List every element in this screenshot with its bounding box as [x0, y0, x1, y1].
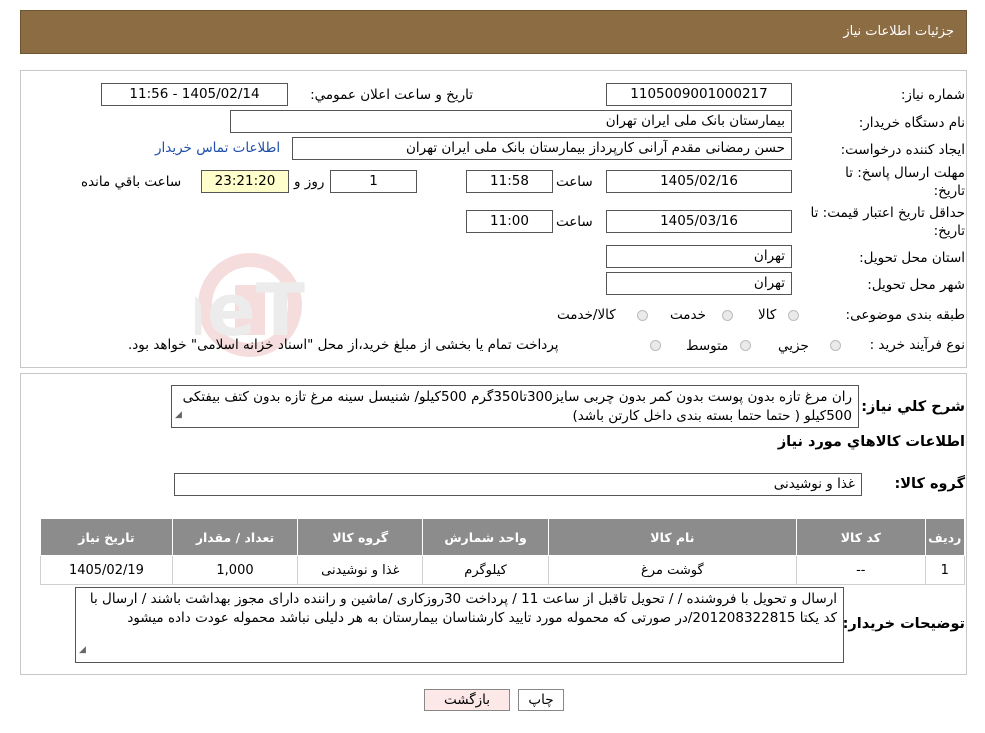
city-label: شهر محل تحويل:	[867, 277, 965, 293]
goods-table-header: رديف کد کالا نام کالا واحد شمارش گروه کا…	[40, 518, 966, 556]
province-field: تهران	[606, 245, 792, 268]
announce-label: تاریخ و ساعت اعلان عمومي:	[310, 87, 473, 103]
col-unit: واحد شمارش	[422, 518, 549, 556]
description-text: ران مرغ تازه بدون پوست بدون کمر بدون چرب…	[171, 385, 859, 428]
deadline-label: مهلت ارسال پاسخ: تا تاريخ:	[810, 164, 965, 200]
table-row: 1 -- گوشت مرغ کیلوگرم غذا و نوشیدنی 1,00…	[40, 555, 966, 585]
creator-field: حسن رمضانی مقدم آرانی کارپرداز بیمارستان…	[292, 137, 792, 160]
days-field: 1	[330, 170, 417, 193]
validity-time-label: ساعت	[556, 214, 593, 230]
col-name: نام کالا	[547, 518, 798, 556]
announce-field: 1405/02/14 - 11:56	[101, 83, 288, 106]
cell-name: گوشت مرغ	[547, 555, 798, 585]
creator-label: ايجاد کننده درخواست:	[840, 142, 965, 158]
need-number-label: شماره نیاز:	[900, 87, 965, 103]
remaining-label: ساعت باقي مانده	[81, 174, 182, 190]
cell-unit: کیلوگرم	[422, 555, 549, 585]
back-button[interactable]: بازگشت	[424, 689, 510, 711]
cell-code: --	[796, 555, 926, 585]
process-radio-minor[interactable]	[830, 340, 841, 351]
process-radio-medium[interactable]	[740, 340, 751, 351]
category-label: طبقه بندی موضوعی:	[845, 307, 965, 323]
deadline-time-field: 11:58	[466, 170, 553, 193]
goods-group-field: غذا و نوشیدنی	[174, 473, 862, 496]
city-field: تهران	[606, 272, 792, 295]
category-radio-service[interactable]	[722, 310, 733, 321]
cell-qty: 1,000	[171, 555, 299, 585]
need-number-field: 1105009001000217	[606, 83, 792, 106]
cell-group: غذا و نوشیدنی	[297, 555, 424, 585]
resize-grip-icon[interactable]: ◢	[175, 406, 182, 425]
resize-grip-icon[interactable]: ◢	[79, 641, 86, 660]
col-qty: تعداد / مقدار	[171, 518, 299, 556]
page-title: جزئیات اطلاعات نیاز	[843, 24, 954, 39]
buyer-org-field: بیمارستان بانک ملی ایران تهران	[230, 110, 792, 133]
process-label: نوع فرآيند خريد :	[869, 337, 965, 353]
process-option-medium: متوسط	[686, 338, 729, 354]
deadline-label-text: مهلت ارسال پاسخ: تا تاريخ:	[845, 165, 965, 199]
col-date: تاريخ نياز	[40, 518, 173, 556]
validity-time-field: 11:00	[466, 210, 553, 233]
goods-table: رديف کد کالا نام کالا واحد شمارش گروه کا…	[40, 518, 966, 585]
deadline-time-label: ساعت	[556, 174, 593, 190]
deadline-date-field: 1405/02/16	[606, 170, 792, 193]
province-label: استان محل تحويل:	[859, 250, 965, 266]
buyer-notes-text: ارسال و تحویل با فروشنده / / تحویل تاقبل…	[75, 587, 844, 663]
col-code: کد کالا	[796, 518, 926, 556]
category-radio-goods-service[interactable]	[637, 310, 648, 321]
validity-date-field: 1405/03/16	[606, 210, 792, 233]
category-option-goods-service: کالا/خدمت	[557, 307, 616, 323]
process-note: پرداخت تمام یا بخشی از مبلغ خرید،از محل …	[128, 337, 559, 353]
process-radio-treasury[interactable]	[650, 340, 661, 351]
cell-date: 1405/02/19	[40, 555, 173, 585]
category-option-goods: کالا	[758, 307, 777, 323]
buyer-notes-label: توضيحات خريدار:	[842, 616, 965, 632]
print-button[interactable]: چاپ	[518, 689, 564, 711]
goods-section-title: اطلاعات کالاهاي مورد نياز	[777, 434, 965, 450]
buyer-notes-content: ارسال و تحویل با فروشنده / / تحویل تاقبل…	[89, 591, 837, 626]
category-option-service: خدمت	[670, 307, 706, 323]
validity-label: حداقل تاريخ اعتبار قيمت: تا تاريخ:	[790, 204, 965, 240]
buyer-org-label: نام دستگاه خريدار:	[858, 115, 965, 131]
col-row: رديف	[924, 518, 966, 556]
cell-row: 1	[924, 555, 966, 585]
goods-group-label: گروه کالا:	[894, 476, 965, 492]
page-header: جزئیات اطلاعات نیاز	[20, 10, 967, 54]
description-text-content: ران مرغ تازه بدون پوست بدون کمر بدون چرب…	[182, 389, 852, 424]
days-label: روز و	[294, 174, 325, 190]
remaining-time-field: 23:21:20	[201, 170, 289, 193]
description-label: شرح کلي نياز:	[861, 399, 965, 415]
buyer-contact-link[interactable]: اطلاعات تماس خريدار	[155, 140, 280, 156]
validity-label-text: حداقل تاريخ اعتبار قيمت: تا تاريخ:	[810, 205, 965, 239]
process-option-minor: جزيي	[778, 338, 809, 354]
category-radio-goods[interactable]	[788, 310, 799, 321]
col-group: گروه کالا	[297, 518, 424, 556]
